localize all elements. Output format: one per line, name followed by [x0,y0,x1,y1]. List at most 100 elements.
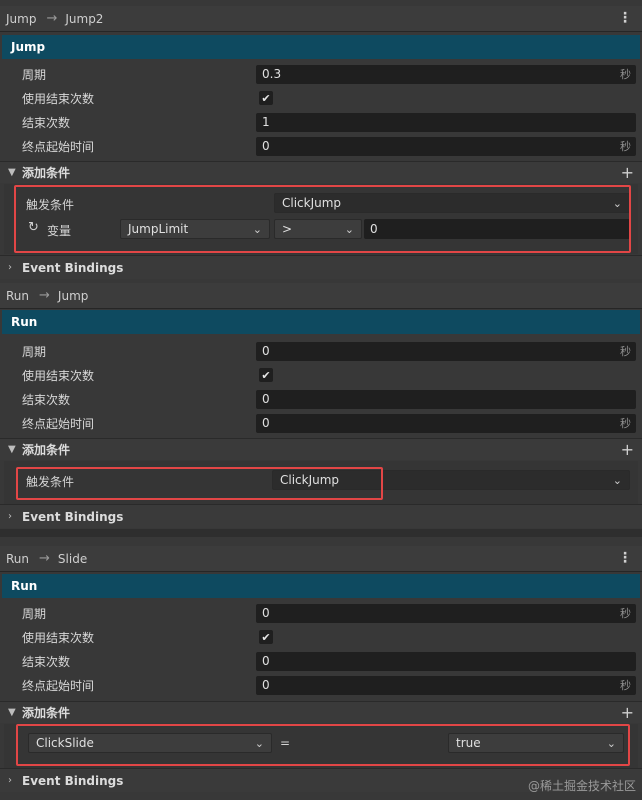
transition-panel-run-slide: Run → Slide ⋮ Run 周期 0秒 使用结束次数 ✔ 结束次数 0 … [0,544,642,800]
end-start-time-row: 终点起始时间 0秒 [0,135,642,157]
chevron-right-icon: › [8,775,12,786]
period-value: 0 [262,606,270,620]
chevron-right-icon: › [8,511,12,522]
end-count-value: 0 [262,654,270,668]
refresh-icon[interactable]: ↻ [28,220,39,235]
condition-right-value: true [456,736,481,750]
variable-op-value: > [282,222,293,236]
condition-area: 触发条件 ClickJump ⌄ ↻ 变量 JumpLimit ⌄ > ⌄ 0 [4,184,638,254]
chevron-down-icon: ⌄ [606,736,616,750]
chevron-down-icon: ⌄ [344,222,354,236]
use-end-count-checkbox[interactable]: ✔ [259,91,273,105]
event-bindings-section[interactable]: › Event Bindings [0,255,642,279]
end-start-time-row: 终点起始时间 0秒 [0,412,642,434]
period-unit: 秒 [620,68,631,81]
variable-name-dropdown[interactable]: JumpLimit ⌄ [120,219,270,239]
condition-left-dropdown[interactable]: ClickSlide ⌄ [28,733,272,753]
chevron-down-icon: ⌄ [252,222,262,236]
trigger-dropdown[interactable]: ClickJump ⌄ [272,470,630,490]
chevron-down-icon: ▼ [8,444,16,455]
end-start-time-label: 终点起始时间 [22,416,95,431]
transition-header[interactable]: Run → Jump [0,283,642,309]
use-end-count-checkbox[interactable]: ✔ [259,630,273,644]
event-bindings-section[interactable]: › Event Bindings [0,504,642,528]
use-end-count-label: 使用结束次数 [22,368,95,383]
event-bindings-label: Event Bindings [22,260,124,275]
end-count-row: 结束次数 0 [0,650,642,672]
period-value: 0 [262,344,270,358]
add-condition-section[interactable]: ▼ 添加条件 + [0,438,642,460]
transition-header[interactable]: Jump → Jump2 ⋮ [0,6,642,32]
state-title-bar: Jump [2,35,640,59]
end-start-time-input[interactable]: 0秒 [256,136,636,156]
end-start-time-row: 终点起始时间 0秒 [0,674,642,696]
trigger-value: ClickJump [282,196,342,210]
condition-operator: = [280,736,291,750]
period-input[interactable]: 0秒 [256,341,636,361]
end-count-row: 结束次数 1 [0,111,642,133]
plus-icon[interactable]: + [621,703,634,722]
chevron-right-icon: › [8,262,12,273]
period-label: 周期 [22,344,47,359]
variable-value: 0 [370,222,378,236]
use-end-count-label: 使用结束次数 [22,630,95,645]
add-condition-label: 添加条件 [22,166,71,180]
trigger-label: 触发条件 [26,198,75,212]
transition-from: Jump [6,11,37,26]
end-start-time-input[interactable]: 0秒 [256,675,636,695]
checkmark-icon: ✔ [261,368,271,382]
end-start-time-input[interactable]: 0秒 [256,413,636,433]
period-input[interactable]: 0秒 [256,603,636,623]
checkmark-icon: ✔ [261,91,271,105]
end-start-time-value: 0 [262,139,270,153]
use-end-count-checkbox[interactable]: ✔ [259,368,273,382]
transition-to: Jump2 [65,11,104,26]
kebab-menu-icon[interactable]: ⋮ [618,10,632,26]
end-start-time-unit: 秒 [620,417,631,430]
period-input[interactable]: 0.3 秒 [256,64,636,84]
end-start-time-label: 终点起始时间 [22,139,95,154]
period-unit: 秒 [620,607,631,620]
variable-op-dropdown[interactable]: > ⌄ [274,219,362,239]
variable-name-value: JumpLimit [128,222,189,236]
end-count-label: 结束次数 [22,392,71,407]
end-count-input[interactable]: 1 [256,112,636,132]
end-count-input[interactable]: 0 [256,651,636,671]
trigger-dropdown[interactable]: ClickJump ⌄ [274,193,630,213]
end-count-value: 1 [262,115,270,129]
transition-from: Run [6,551,30,566]
plus-icon[interactable]: + [621,440,634,459]
transition-panel-run-jump: Run → Jump Run 周期 0秒 使用结束次数 ✔ 结束次数 0 终点起… [0,282,642,544]
use-end-count-row: 使用结束次数 ✔ [0,364,642,386]
transition-to: Slide [57,551,88,566]
add-condition-section[interactable]: ▼ 添加条件 + [0,161,642,183]
variable-value-input[interactable]: 0 [364,219,630,239]
end-count-input[interactable]: 0 [256,389,636,409]
state-title-bar: Run [2,310,640,334]
transition-panel-jump-jump2: Jump → Jump2 ⋮ Jump 周期 0.3 秒 使用结束次数 ✔ 结束次… [0,0,642,282]
condition-area: ClickSlide ⌄ = true ⌄ [4,724,638,768]
period-row: 周期 0秒 [0,602,642,624]
chevron-down-icon: ⌄ [254,736,264,750]
add-condition-section[interactable]: ▼ 添加条件 + [0,701,642,723]
chevron-down-icon: ⌄ [612,196,622,210]
plus-icon[interactable]: + [621,163,634,182]
kebab-menu-icon[interactable]: ⋮ [618,550,632,566]
chevron-down-icon: ▼ [8,167,16,178]
trigger-value: ClickJump [280,473,340,487]
variable-label: 变量 [47,224,72,238]
arrow-right-icon: → [46,11,58,26]
state-title-bar: Run [2,574,640,598]
period-label: 周期 [22,606,47,621]
end-start-time-value: 0 [262,416,270,430]
condition-right-dropdown[interactable]: true ⌄ [448,733,624,753]
condition-area: 触发条件 ClickJump ⌄ [4,461,638,505]
end-start-time-value: 0 [262,678,270,692]
end-start-time-unit: 秒 [620,140,631,153]
transition-header[interactable]: Run → Slide ⋮ [0,546,642,572]
end-start-time-unit: 秒 [620,679,631,692]
transition-from: Run [6,288,30,303]
chevron-down-icon: ⌄ [612,473,622,487]
arrow-right-icon: → [39,551,50,566]
panel-separator [0,529,642,537]
